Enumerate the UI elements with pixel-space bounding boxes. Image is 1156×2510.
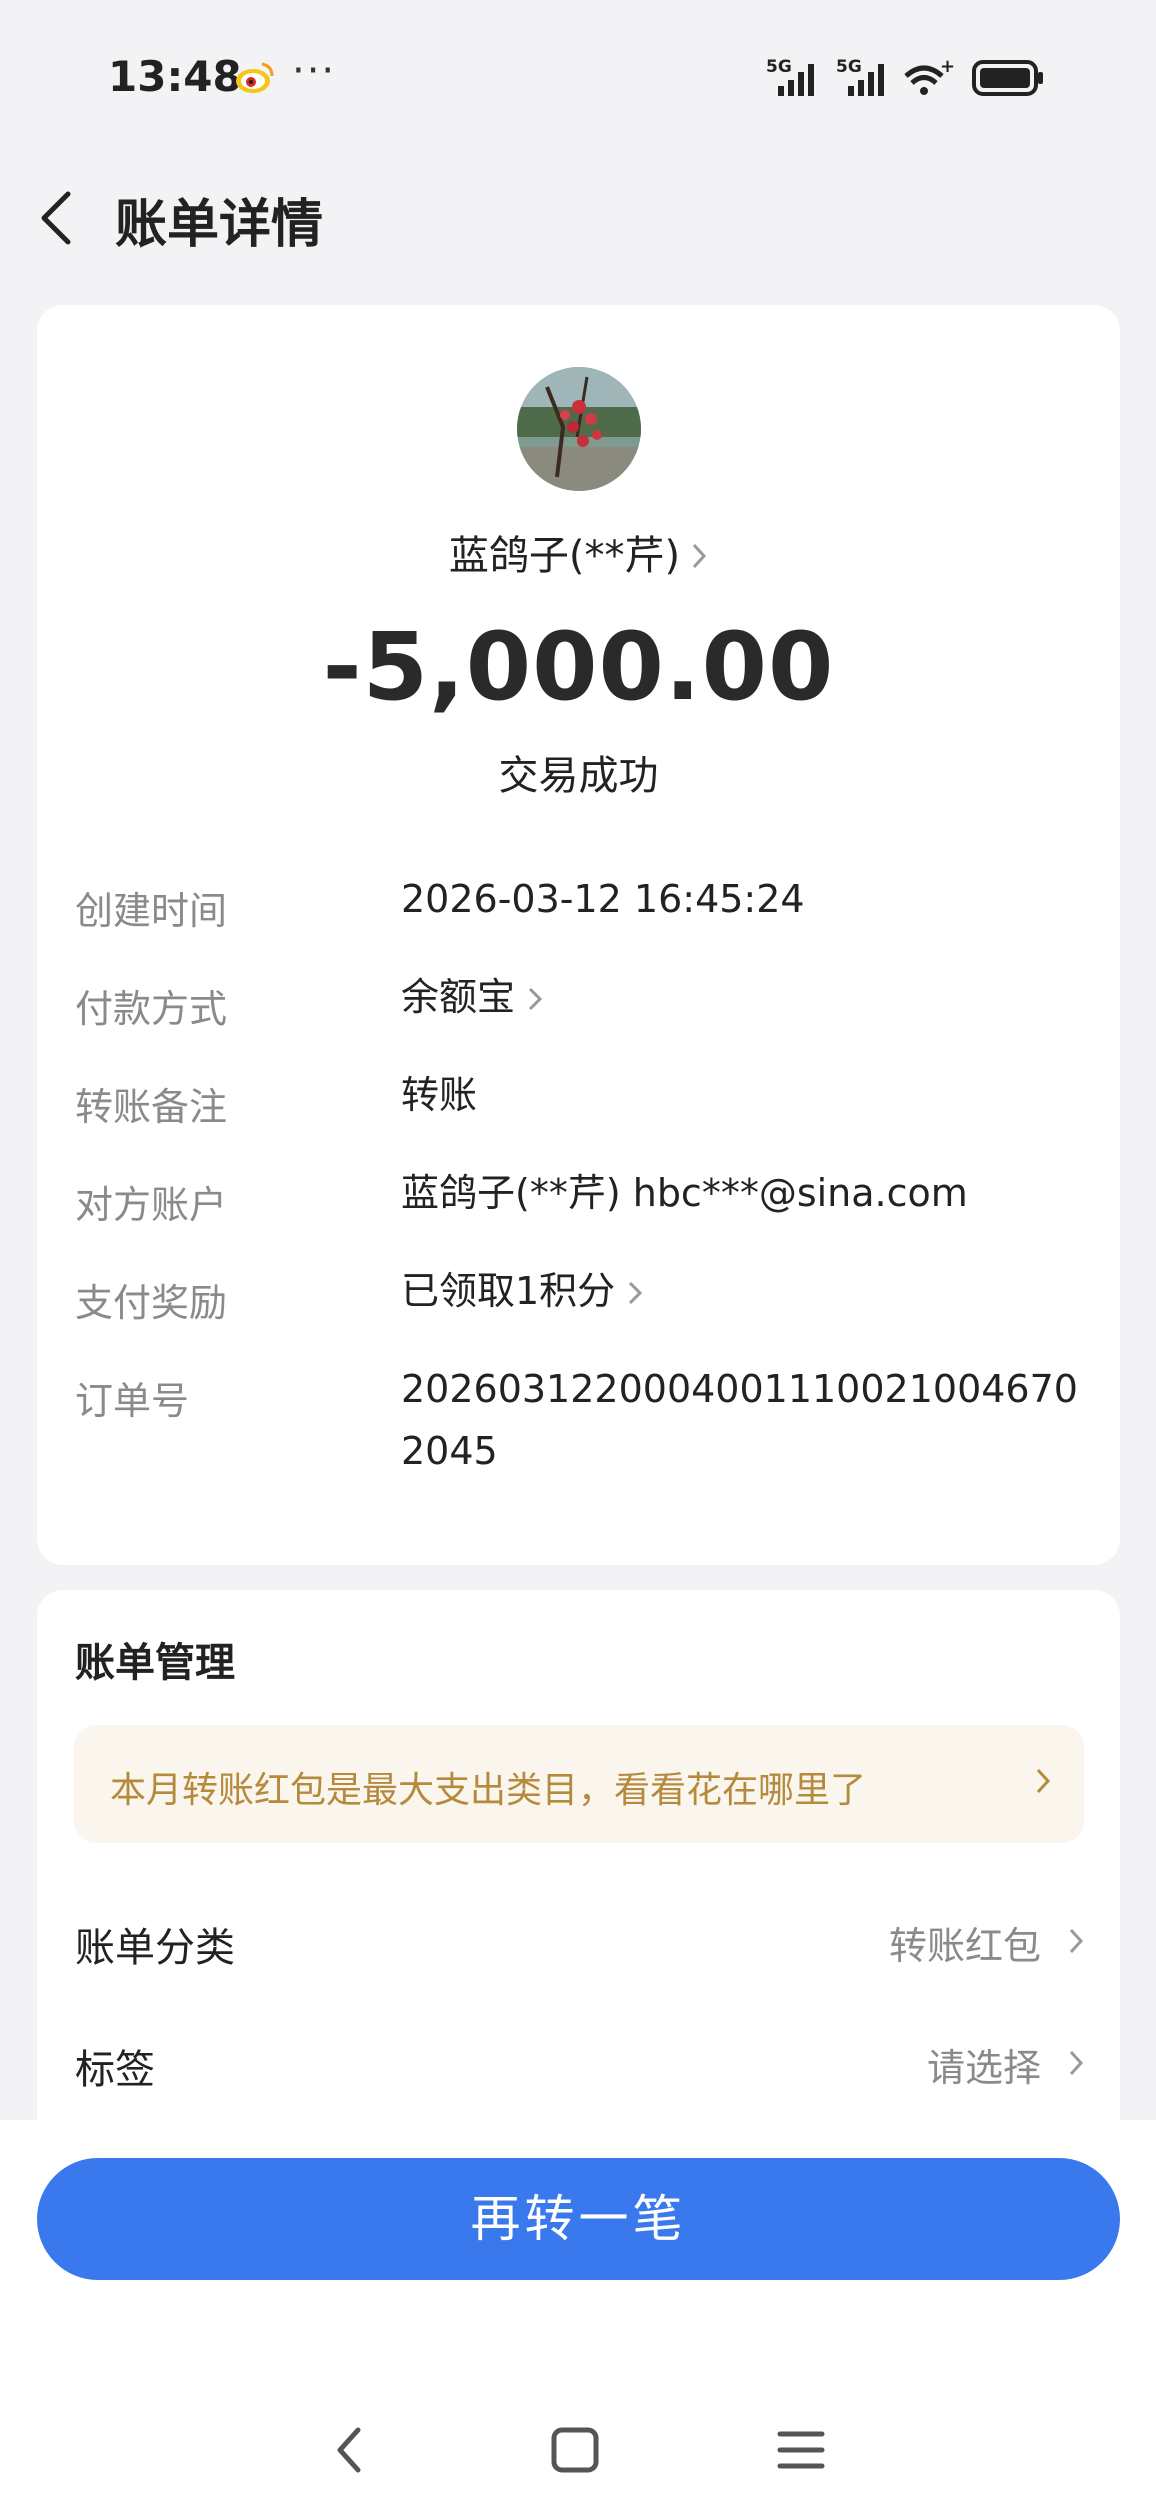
bill-category-row[interactable]: 账单分类 转账红包 xyxy=(75,1905,1085,1985)
section-title: 账单管理 xyxy=(75,1640,235,1686)
svg-text:5G: 5G xyxy=(836,57,862,77)
tip-text: 本月转账红包是最大支出类目，看看花在哪里了 xyxy=(110,1770,867,1811)
detail-value-wrap: 已领取1积分 xyxy=(401,1260,1101,1325)
payee-name[interactable]: 蓝鸽子(**芹) xyxy=(37,523,1120,581)
chevron-right-icon xyxy=(1034,1765,1052,1801)
detail-value: 已领取1积分 xyxy=(401,1269,616,1313)
svg-text:5G: 5G xyxy=(766,57,792,77)
detail-value-wrap: 余额宝 xyxy=(401,966,1101,1031)
detail-label: 付款方式 xyxy=(75,987,228,1031)
nav-bar: 账单详情 xyxy=(0,160,1156,270)
row-label: 账单分类 xyxy=(75,1925,235,1971)
detail-label: 转账备注 xyxy=(75,1085,228,1129)
detail-label: 创建时间 xyxy=(75,889,228,933)
transaction-status: 交易成功 xyxy=(498,753,659,799)
detail-value: 2026-03-12 16:45:24 xyxy=(401,877,805,921)
system-home-icon[interactable] xyxy=(550,2420,600,2484)
chevron-right-icon xyxy=(627,1263,643,1325)
row-label: 标签 xyxy=(75,2047,155,2093)
row-value: 转账红包 xyxy=(888,1924,1041,1968)
payee-avatar[interactable] xyxy=(517,367,641,491)
transfer-again-button[interactable]: 再转一笔 xyxy=(37,2158,1120,2280)
transaction-card: 蓝鸽子(**芹) -5,000.00 交易成功 创建时间 2026-03-12 … xyxy=(37,305,1120,1565)
tags-row[interactable]: 标签 请选择 xyxy=(75,2027,1085,2107)
chevron-right-icon xyxy=(1067,2047,1085,2083)
detail-value: 蓝鸽子(**芹) hbc***@sina.com xyxy=(401,1171,968,1215)
system-back-icon[interactable] xyxy=(328,2420,368,2484)
detail-value: 转账 xyxy=(401,1073,478,1117)
status-time: 13:48 xyxy=(108,52,242,101)
detail-value: 余额宝 xyxy=(401,975,516,1019)
detail-label: 支付奖励 xyxy=(75,1281,228,1325)
bill-management-card: 账单管理 本月转账红包是最大支出类目，看看花在哪里了 账单分类 转账红包 标签 … xyxy=(37,1590,1120,2150)
status-bar: 13:48 ··· 5G 5G + xyxy=(0,0,1156,150)
row-value: 请选择 xyxy=(926,2046,1041,2090)
detail-value: 20260312200040011100210046702045 xyxy=(401,1367,1078,1473)
system-menu-icon[interactable] xyxy=(776,2420,826,2484)
more-notifications-icon: ··· xyxy=(292,48,337,94)
payee-label: 蓝鸽子(**芹) xyxy=(448,533,681,579)
system-navigation-bar xyxy=(0,2420,1156,2500)
bottom-action-bar: 再转一笔 xyxy=(0,2120,1156,2510)
svg-text:+: + xyxy=(940,56,955,77)
spending-tip-banner[interactable]: 本月转账红包是最大支出类目，看看花在哪里了 xyxy=(74,1725,1084,1843)
weibo-icon xyxy=(234,60,276,100)
transaction-amount: -5,000.00 xyxy=(322,613,835,722)
chevron-right-icon xyxy=(527,969,543,1031)
detail-label: 对方账户 xyxy=(75,1183,228,1227)
status-icons: 5G 5G + xyxy=(764,54,1046,108)
back-icon[interactable] xyxy=(36,188,76,252)
detail-label: 订单号 xyxy=(75,1379,190,1423)
chevron-right-icon xyxy=(690,535,708,581)
chevron-right-icon xyxy=(1067,1925,1085,1961)
page-title: 账单详情 xyxy=(115,195,324,255)
